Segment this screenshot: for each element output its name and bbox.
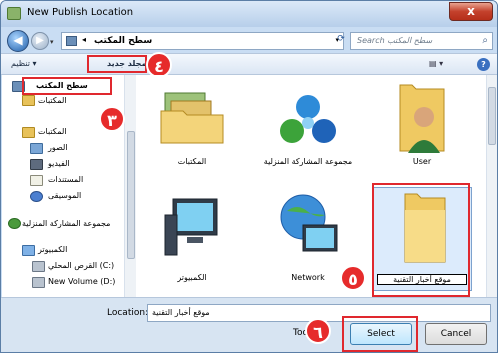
- computer-item[interactable]: الكمبيوتر: [142, 187, 242, 287]
- computer-icon: [22, 245, 35, 256]
- step-badge-3: ٣: [99, 106, 125, 132]
- sidebar-item-homegroup[interactable]: مجموعة المشاركة المنزلية: [22, 219, 110, 228]
- sidebar-item-libraries-top[interactable]: المكتبات: [38, 96, 67, 105]
- homegroup-icon: [8, 218, 21, 229]
- sidebar-scroll-thumb[interactable]: [127, 131, 135, 259]
- file-list: المكتبات مجموعة المشاركة المنزلية User ا…: [136, 75, 486, 297]
- sidebar-item-music[interactable]: الموسيقى: [48, 191, 81, 200]
- videos-icon: [30, 159, 43, 170]
- publish-location-dialog: New Publish Location x ◀ ▶ ▾ ◂ سطح المكت…: [0, 0, 498, 353]
- item-label: المكتبات: [177, 157, 207, 166]
- select-highlight: [342, 316, 418, 352]
- music-icon: [30, 191, 43, 202]
- sidebar-item-local-disk[interactable]: القرص المحلي (C:): [48, 261, 114, 270]
- item-label: User: [412, 157, 432, 166]
- sidebar-item-libraries[interactable]: المكتبات: [38, 127, 67, 136]
- search-input[interactable]: Search سطح المكتب ⌕: [350, 32, 493, 50]
- organize-button[interactable]: تنظيم ▾: [11, 59, 37, 68]
- pictures-icon: [30, 143, 43, 154]
- help-icon[interactable]: ?: [477, 58, 490, 71]
- homegroup-item[interactable]: مجموعة المشاركة المنزلية: [258, 79, 358, 179]
- folder-highlight: [372, 183, 470, 297]
- search-placeholder: Search سطح المكتب: [357, 36, 433, 45]
- local-disk-icon: [32, 261, 45, 272]
- homegroup-icon: [280, 95, 336, 143]
- sidebar-item-videos[interactable]: الفيديو: [48, 159, 70, 168]
- recent-pages-dropdown[interactable]: ▾: [50, 38, 54, 46]
- sidebar-scrollbar[interactable]: [124, 75, 136, 297]
- breadcrumb-separator-icon: ◂: [82, 35, 87, 44]
- sidebar-item-documents[interactable]: المستندات: [48, 175, 83, 184]
- location-value: موقع أخبار التقنية: [152, 308, 210, 317]
- search-icon[interactable]: ⌕: [482, 35, 488, 46]
- address-field[interactable]: ◂ سطح المكتب ▾: [61, 32, 344, 50]
- back-button[interactable]: ◀: [7, 30, 29, 52]
- user-folder-icon: [399, 84, 445, 153]
- folder-icon: [160, 92, 224, 144]
- close-button[interactable]: x: [449, 2, 493, 21]
- command-toolbar: تنظيم ▾ مجلد جديد ▤ ▾ ?: [1, 53, 497, 75]
- libraries-icon: [22, 95, 35, 106]
- cancel-button[interactable]: Cancel: [425, 323, 487, 345]
- step-badge-5: ٥: [340, 265, 366, 291]
- step-badge-6: ٦: [305, 318, 331, 344]
- app-icon: [7, 7, 21, 20]
- sidebar-item-pictures[interactable]: الصور: [48, 143, 68, 152]
- content-scrollbar[interactable]: [486, 75, 497, 297]
- item-label: مجموعة المشاركة المنزلية: [263, 157, 353, 166]
- desktop-highlight: [22, 77, 112, 95]
- sidebar-item-new-volume[interactable]: New Volume (D:): [48, 277, 115, 286]
- computer-icon: [164, 198, 218, 256]
- views-button[interactable]: ▤ ▾: [429, 59, 457, 71]
- desktop-icon: [66, 36, 77, 46]
- new-volume-icon: [32, 277, 45, 288]
- forward-button[interactable]: ▶: [31, 32, 49, 50]
- breadcrumb[interactable]: سطح المكتب: [94, 36, 152, 46]
- location-label: Location:: [107, 308, 149, 318]
- refresh-icon[interactable]: ⟳: [334, 34, 348, 48]
- new-folder-highlight: [87, 55, 147, 73]
- dialog-footer: Location: موقع أخبار التقنية Tools Selec…: [1, 297, 497, 352]
- address-bar: ◀ ▶ ▾ ◂ سطح المكتب ▾ ⟳ Search سطح المكتب…: [1, 27, 497, 53]
- documents-icon: [30, 175, 43, 186]
- title-bar: New Publish Location x: [1, 1, 497, 27]
- libraries-icon: [22, 127, 35, 138]
- sidebar-item-computer[interactable]: الكمبيوتر: [38, 245, 67, 254]
- libraries-item[interactable]: المكتبات: [142, 79, 242, 179]
- item-label: الكمبيوتر: [177, 273, 207, 282]
- window-title: New Publish Location: [27, 7, 134, 18]
- network-icon: [280, 194, 338, 252]
- user-folder-item[interactable]: User: [372, 79, 472, 179]
- content-scroll-thumb[interactable]: [488, 87, 496, 145]
